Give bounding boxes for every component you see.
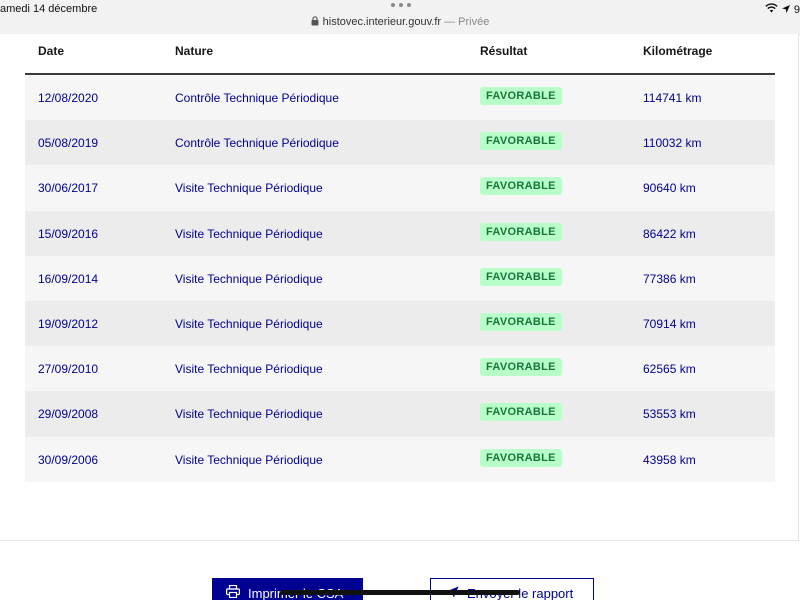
cell-mileage: 77386 km [643,271,696,286]
url-text: histovec.interieur.gouv.fr [322,16,442,28]
table-row: 29/09/2008 Visite Technique Périodique F… [25,391,775,437]
cell-date: 16/09/2014 [38,271,99,286]
cell-nature: Visite Technique Périodique [175,452,323,467]
cell-result: FAVORABLE [480,358,562,377]
cell-result: FAVORABLE [480,177,562,196]
printer-icon [226,584,241,600]
table-row: 05/08/2019 Contrôle Technique Périodique… [25,120,775,166]
cell-date: 19/09/2012 [38,316,99,331]
cell-mileage: 86422 km [643,226,696,241]
cell-date: 05/08/2019 [38,136,99,151]
status-badge: FAVORABLE [480,312,562,331]
battery-text: 9 [793,3,800,16]
table-row: 12/08/2020 Contrôle Technique Périodique… [25,75,775,121]
cell-result: FAVORABLE [480,132,562,151]
status-indicators: 9 [765,3,800,16]
print-csa-button[interactable]: Imprimer le CSA [212,578,363,600]
table-row: 15/09/2016 Visite Technique Périodique F… [25,210,775,256]
table-row: 30/06/2017 Visite Technique Périodique F… [25,165,775,211]
lock-icon [311,16,319,29]
cell-date: 29/09/2008 [38,407,99,422]
history-table: Date Nature Résultat Kilométrage 12/08/2… [25,34,775,482]
cell-nature: Visite Technique Périodique [175,362,323,377]
status-badge: FAVORABLE [480,132,562,151]
status-badge: FAVORABLE [480,177,562,196]
table-row: 19/09/2012 Visite Technique Périodique F… [25,300,775,347]
table-row: 30/09/2006 Visite Technique Périodique F… [25,436,775,482]
cell-result: FAVORABLE [480,87,562,105]
status-badge: FAVORABLE [480,267,562,286]
cell-mileage: 110032 km [643,136,702,151]
wifi-icon [765,3,778,16]
cell-date: 30/06/2017 [38,181,99,196]
header-mileage: Kilométrage [643,44,713,58]
cell-nature: Visite Technique Périodique [175,407,323,422]
cell-nature: Visite Technique Périodique [175,226,323,241]
url-bar[interactable]: histovec.interieur.gouv.fr — Privée [0,16,800,29]
cell-mileage: 62565 km [643,362,696,377]
cell-mileage: 43958 km [643,452,696,467]
cell-nature: Contrôle Technique Périodique [175,91,339,105]
header-result: Résultat [480,44,528,58]
private-label: — Privée [441,16,490,28]
cell-nature: Visite Technique Périodique [175,181,323,196]
status-badge: FAVORABLE [480,448,562,467]
status-badge: FAVORABLE [480,87,562,105]
content-card: Date Nature Résultat Kilométrage 12/08/2… [0,34,799,541]
cell-result: FAVORABLE [480,267,562,286]
table-header: Date Nature Résultat Kilométrage [25,34,775,75]
status-badge: FAVORABLE [480,403,562,422]
cell-nature: Visite Technique Périodique [175,271,323,286]
status-badge: FAVORABLE [480,358,562,377]
cell-date: 30/09/2006 [38,452,99,467]
page: amedi 14 décembre histovec.interieur.gou… [0,0,800,600]
cell-result: FAVORABLE [480,448,562,467]
header-date: Date [38,44,65,58]
cell-date: 27/09/2010 [38,362,99,377]
cell-mileage: 53553 km [643,407,696,422]
table-row: 16/09/2014 Visite Technique Périodique F… [25,255,775,301]
location-icon [781,4,790,16]
tab-overview-dots[interactable] [391,2,411,8]
cell-result: FAVORABLE [480,222,562,241]
cell-mileage: 90640 km [643,181,696,196]
cell-date: 15/09/2016 [38,226,99,241]
cell-date: 12/08/2020 [38,91,99,105]
cell-mileage: 114741 km [643,91,702,105]
cell-mileage: 70914 km [643,316,696,331]
cell-result: FAVORABLE [480,403,562,422]
browser-status-bar: amedi 14 décembre histovec.interieur.gou… [0,0,800,35]
status-badge: FAVORABLE [480,222,562,241]
cell-nature: Contrôle Technique Périodique [175,136,339,151]
home-indicator[interactable] [280,590,520,595]
send-report-button[interactable]: Envoyer le rapport [430,578,594,600]
cell-result: FAVORABLE [480,312,562,331]
table-row: 27/09/2010 Visite Technique Périodique F… [25,346,775,392]
header-nature: Nature [175,44,214,58]
cell-nature: Visite Technique Périodique [175,316,323,331]
status-time: amedi 14 décembre [0,3,98,15]
